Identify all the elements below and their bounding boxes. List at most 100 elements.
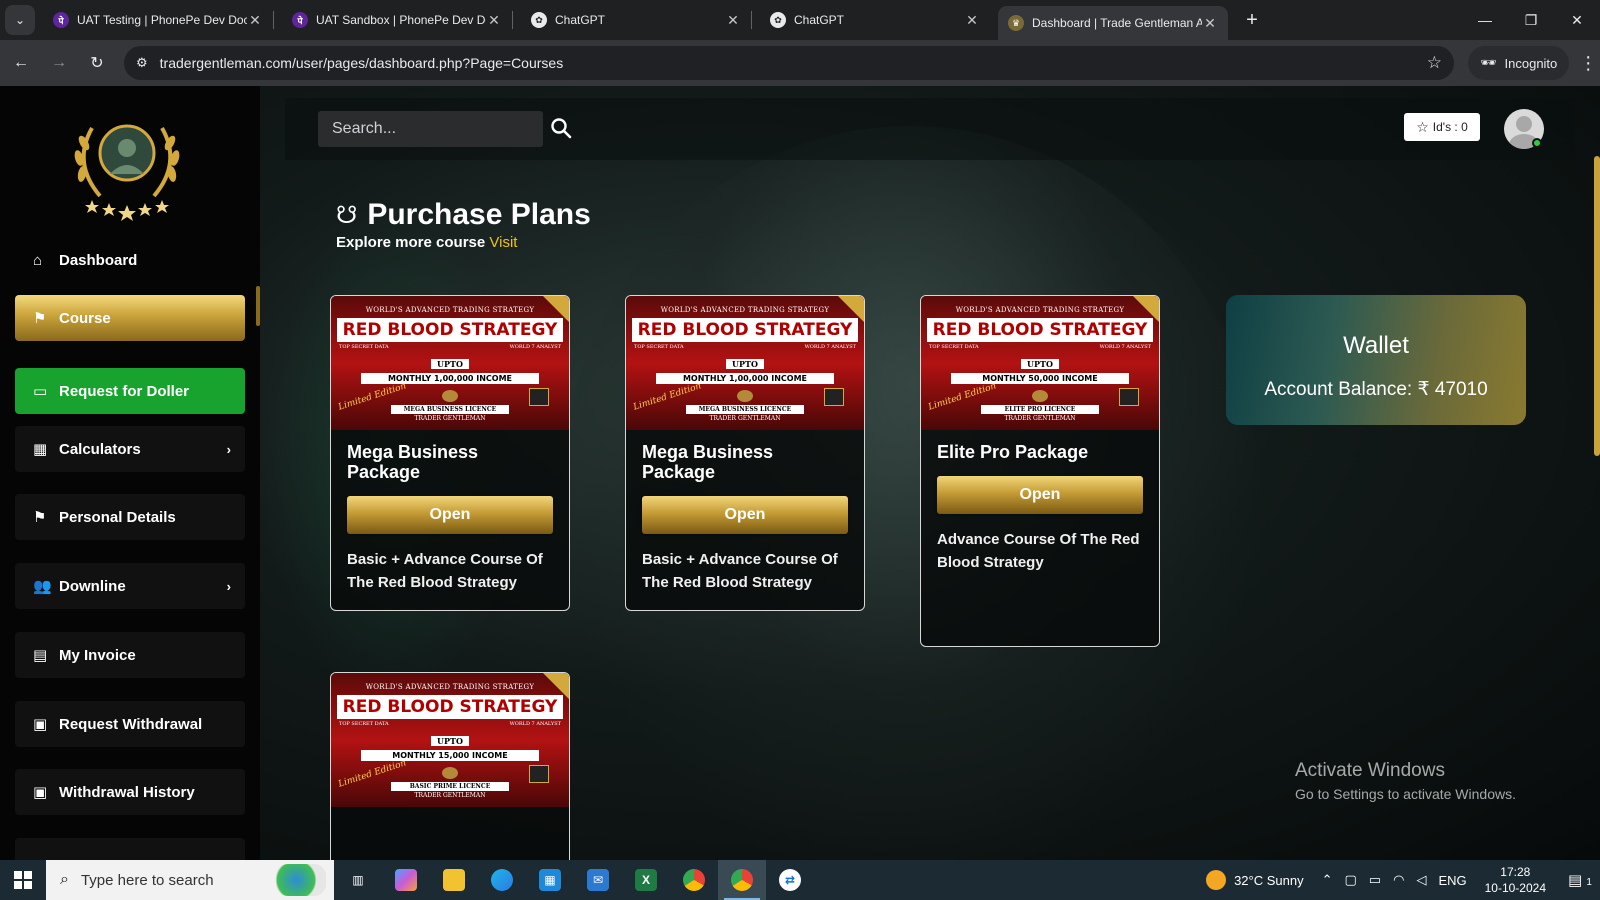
sidebar-item-downline[interactable]: 👥 Downline › bbox=[15, 563, 245, 609]
meet-now-icon[interactable]: ▢ bbox=[1345, 872, 1357, 888]
banner-income: MONTHLY 1,00,000 INCOME bbox=[656, 373, 834, 384]
reload-icon[interactable]: ↻ bbox=[80, 46, 114, 80]
banner-income: MONTHLY 1,00,000 INCOME bbox=[361, 373, 539, 384]
sidebar-item-request-withdrawal[interactable]: ▣ Request Withdrawal bbox=[15, 701, 245, 747]
page-subtitle: Explore more course Visit bbox=[336, 234, 517, 251]
taskbar-file-explorer[interactable] bbox=[430, 860, 478, 900]
open-button[interactable]: Open bbox=[937, 476, 1143, 514]
taskbar-search-box[interactable]: ⌕ Type here to search bbox=[46, 860, 334, 900]
money-icon: ▣ bbox=[33, 784, 48, 801]
browser-tab-0[interactable]: पे UAT Testing | PhonePe Dev Doc ✕ bbox=[43, 4, 273, 36]
plan-banner-image[interactable]: WORLD'S ADVANCED TRADING STRATEGY RED BL… bbox=[921, 296, 1159, 430]
sidebar-item-label: Personal Details bbox=[59, 508, 176, 526]
site-info-icon[interactable]: ⚙ bbox=[136, 55, 148, 71]
chatgpt-icon: ✿ bbox=[770, 12, 786, 28]
sidebar-item-dashboard[interactable]: ⌂ Dashboard bbox=[15, 237, 245, 283]
taskbar-excel[interactable]: X bbox=[622, 860, 670, 900]
taskbar-store[interactable]: ▦ bbox=[526, 860, 574, 900]
taskbar-chrome-profile[interactable] bbox=[670, 860, 718, 900]
browser-tab-1[interactable]: पे UAT Sandbox | PhonePe Dev Doc ✕ bbox=[282, 4, 512, 36]
chevron-up-icon[interactable]: ⌃ bbox=[1322, 872, 1333, 888]
url-text[interactable]: tradergentleman.com/user/pages/dashboard… bbox=[160, 55, 1427, 71]
search-icon[interactable] bbox=[550, 117, 572, 139]
browser-tab-4[interactable]: ♛ Dashboard | Trade Gentleman A ✕ bbox=[998, 6, 1228, 40]
sidebar-item-partial[interactable] bbox=[15, 838, 245, 860]
page-scrollbar[interactable] bbox=[1594, 156, 1600, 456]
sidebar-item-label: Request Withdrawal bbox=[59, 715, 203, 733]
search-input[interactable] bbox=[318, 111, 543, 147]
sidebar-item-my-invoice[interactable]: ▤ My Invoice bbox=[15, 632, 245, 678]
battery-icon[interactable]: ▭ bbox=[1369, 872, 1381, 888]
site-logo[interactable] bbox=[62, 108, 192, 223]
bookmark-star-icon[interactable]: ☆ bbox=[1427, 53, 1442, 73]
minimize-icon[interactable]: — bbox=[1462, 0, 1508, 40]
close-icon[interactable]: ✕ bbox=[725, 12, 741, 29]
wallet-card: Wallet Account Balance: ₹ 47010 bbox=[1226, 295, 1526, 425]
taskbar-copilot[interactable] bbox=[382, 860, 430, 900]
mail-icon: ✉ bbox=[587, 869, 609, 891]
page-title: ☋ Purchase Plans bbox=[336, 198, 591, 232]
restore-icon[interactable]: ❐ bbox=[1508, 0, 1554, 40]
language-indicator[interactable]: ENG bbox=[1438, 873, 1466, 888]
banner-tagline: WORLD'S ADVANCED TRADING STRATEGY bbox=[365, 306, 535, 314]
forward-icon[interactable]: → bbox=[42, 46, 76, 80]
plan-banner-image[interactable]: WORLD'S ADVANCED TRADING STRATEGY RED BL… bbox=[331, 673, 569, 807]
subtitle-text: Explore more course bbox=[336, 234, 486, 251]
wifi-icon[interactable]: ◠ bbox=[1393, 872, 1404, 888]
address-bar[interactable]: ⚙ tradergentleman.com/user/pages/dashboa… bbox=[124, 46, 1454, 80]
card-title: Mega Business Package bbox=[642, 442, 774, 482]
banner-subtags: TOP SECRET DATA WORLD 7 ANALYST bbox=[921, 342, 1159, 352]
open-button[interactable]: Open bbox=[347, 496, 553, 534]
sidebar-item-withdrawal-history[interactable]: ▣ Withdrawal History bbox=[15, 769, 245, 815]
browser-tab-2[interactable]: ✿ ChatGPT ✕ bbox=[521, 4, 751, 36]
task-view-button[interactable]: ▥ bbox=[334, 860, 382, 900]
sidebar-item-course[interactable]: ⚑ Course bbox=[15, 295, 245, 341]
weather-widget[interactable]: 32°C Sunny bbox=[1206, 870, 1304, 890]
clock-time: 17:28 bbox=[1500, 865, 1531, 879]
close-window-icon[interactable]: ✕ bbox=[1554, 0, 1600, 40]
close-icon[interactable]: ✕ bbox=[1202, 15, 1218, 32]
incognito-indicator[interactable]: 🕶 Incognito bbox=[1468, 46, 1570, 80]
store-icon: ▦ bbox=[539, 869, 561, 891]
sidebar-item-personal-details[interactable]: ⚑ Personal Details bbox=[15, 494, 245, 540]
teamviewer-icon: ⇄ bbox=[779, 869, 801, 891]
visit-link[interactable]: Visit bbox=[489, 234, 517, 251]
tab-title: UAT Sandbox | PhonePe Dev Doc bbox=[316, 13, 486, 27]
taskbar-teamviewer[interactable]: ⇄ bbox=[766, 860, 814, 900]
card-description: Basic + Advance Course Of The Red Blood … bbox=[642, 551, 838, 591]
sidebar-item-label: Dashboard bbox=[59, 251, 138, 269]
banner-upto: UPTO bbox=[726, 359, 764, 369]
close-icon[interactable]: ✕ bbox=[964, 12, 980, 29]
new-tab-button[interactable]: + bbox=[1238, 6, 1266, 34]
close-icon[interactable]: ✕ bbox=[486, 12, 502, 29]
browser-tab-3[interactable]: ✿ ChatGPT ✕ bbox=[760, 4, 990, 36]
close-icon[interactable]: ✕ bbox=[247, 12, 263, 29]
banner-right-tag: WORLD 7 ANALYST bbox=[804, 344, 856, 350]
sidebar-item-calculators[interactable]: ▦ Calculators › bbox=[15, 426, 245, 472]
taskbar-mail[interactable]: ✉ bbox=[574, 860, 622, 900]
ids-badge[interactable]: ☆ Id's : 0 bbox=[1404, 113, 1480, 141]
taskbar-chrome[interactable] bbox=[718, 860, 766, 900]
notification-center-button[interactable]: ▤ 1 bbox=[1560, 871, 1600, 889]
tab-title: UAT Testing | PhonePe Dev Doc bbox=[77, 13, 247, 27]
open-button[interactable]: Open bbox=[642, 496, 848, 534]
tab-search-dropdown[interactable]: ⌄ bbox=[5, 5, 35, 35]
taskbar-edge[interactable] bbox=[478, 860, 526, 900]
folder-icon bbox=[443, 869, 465, 891]
banner-income: MONTHLY 15,000 INCOME bbox=[361, 750, 539, 761]
excel-icon: X bbox=[635, 869, 657, 891]
plan-banner-image[interactable]: WORLD'S ADVANCED TRADING STRATEGY RED BL… bbox=[626, 296, 864, 430]
sidebar-item-request-for-doller[interactable]: ▭ Request for Doller bbox=[15, 368, 245, 414]
weather-text: 32°C Sunny bbox=[1234, 872, 1304, 888]
banner-upto: UPTO bbox=[431, 736, 469, 746]
sidebar-scrollbar[interactable] bbox=[256, 286, 260, 326]
windows-start-button[interactable] bbox=[0, 860, 46, 900]
activate-windows-watermark: Activate Windows Go to Settings to activ… bbox=[1295, 760, 1516, 802]
taskbar-clock[interactable]: 17:28 10-10-2024 bbox=[1485, 864, 1546, 896]
taskbar-search-placeholder: Type here to search bbox=[80, 871, 214, 889]
browser-menu-icon[interactable]: ⋮ bbox=[1579, 53, 1597, 74]
back-icon[interactable]: ← bbox=[4, 46, 38, 80]
plan-banner-image[interactable]: WORLD'S ADVANCED TRADING STRATEGY RED BL… bbox=[331, 296, 569, 430]
volume-icon[interactable]: ◁ bbox=[1416, 872, 1426, 888]
banner-brand: TRADER GENTLEMAN bbox=[1004, 415, 1076, 422]
